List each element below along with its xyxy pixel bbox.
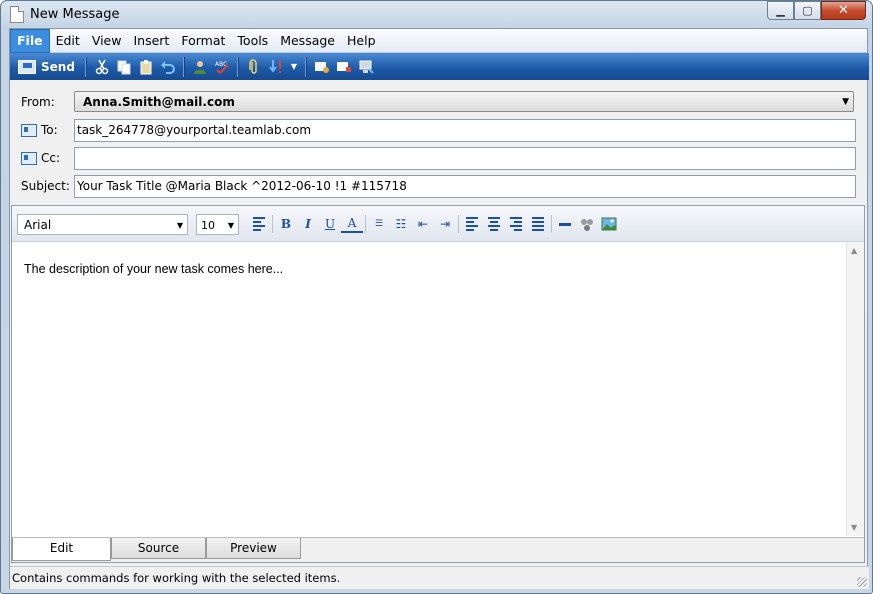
from-row: From: Anna.Smith@mail.com ▼: [10, 91, 867, 115]
priority-dropdown-icon[interactable]: ▼: [287, 56, 301, 78]
send-label: Send: [41, 59, 75, 74]
font-color-icon[interactable]: A: [341, 215, 363, 233]
menu-help[interactable]: Help: [341, 30, 382, 52]
cut-icon[interactable]: [91, 56, 113, 78]
menu-file[interactable]: File: [10, 28, 50, 53]
menu-format[interactable]: Format: [175, 30, 231, 52]
send-icon: [18, 59, 36, 74]
minimize-button[interactable]: ▁: [767, 1, 794, 20]
copy-icon[interactable]: [113, 56, 135, 78]
menu-tools[interactable]: Tools: [231, 30, 274, 52]
close-button[interactable]: ✕: [821, 1, 866, 20]
editor-tabs: Edit Source Preview: [12, 537, 864, 562]
title-bar: New Message ▁ ▢ ✕: [1, 1, 872, 28]
bold-icon[interactable]: B: [275, 214, 297, 234]
cc-label: Cc:: [41, 151, 61, 165]
to-field[interactable]: task_264778@yourportal.teamlab.com: [74, 119, 856, 142]
menu-insert[interactable]: Insert: [127, 30, 175, 52]
menu-view[interactable]: View: [86, 30, 128, 52]
send-button[interactable]: Send: [12, 56, 81, 78]
status-text: Contains commands for working with the s…: [12, 571, 341, 585]
header-fields: From: Anna.Smith@mail.com ▼ To: task_264…: [10, 82, 867, 202]
compose-window: New Message ▁ ▢ ✕ File Edit View Insert …: [0, 0, 873, 594]
format-toolbar: Arial ▼ 10 ▼ B I U A ☰ ☷ ⇤ ⇥: [12, 206, 864, 242]
format-separator: [272, 215, 273, 233]
attach-icon[interactable]: [243, 56, 265, 78]
subject-label: Subject:: [21, 179, 70, 193]
paste-icon[interactable]: [135, 56, 157, 78]
toolbar-separator: [304, 56, 307, 77]
menu-edit[interactable]: Edit: [50, 30, 86, 52]
cc-button[interactable]: Cc:: [21, 151, 60, 165]
align-left-icon[interactable]: [461, 214, 483, 234]
link-icon[interactable]: [576, 214, 598, 234]
main-toolbar: Send ABC ▼: [10, 53, 869, 80]
maximize-button[interactable]: ▢: [794, 1, 821, 20]
encrypt-icon[interactable]: [333, 56, 355, 78]
scroll-down-icon[interactable]: ▼: [851, 523, 857, 532]
align-right-icon[interactable]: [505, 214, 527, 234]
to-row: To: task_264778@yourportal.teamlab.com: [10, 119, 867, 143]
horizontal-line-icon[interactable]: [554, 214, 576, 234]
from-label: From:: [21, 95, 55, 109]
chevron-down-icon: ▼: [227, 221, 234, 230]
contact-card-icon: [21, 123, 37, 137]
format-separator: [365, 215, 366, 233]
toolbar-separator: [236, 56, 239, 77]
editor-frame: Arial ▼ 10 ▼ B I U A ☰ ☷ ⇤ ⇥ The descrip…: [11, 205, 865, 563]
status-bar: Contains commands for working with the s…: [10, 566, 869, 589]
toolbar-separator: [182, 56, 185, 77]
italic-icon[interactable]: I: [297, 214, 319, 234]
priority-icon[interactable]: [265, 56, 287, 78]
window-title: New Message: [30, 7, 120, 22]
align-center-icon[interactable]: [483, 214, 505, 234]
menu-message[interactable]: Message: [274, 30, 341, 52]
format-separator: [458, 215, 459, 233]
font-size-select[interactable]: 10 ▼: [196, 214, 239, 235]
offline-icon[interactable]: [355, 56, 377, 78]
spell-check-icon[interactable]: ABC: [211, 56, 233, 78]
toolbar-separator: [84, 56, 87, 77]
menu-bar: File Edit View Insert Format Tools Messa…: [10, 28, 867, 53]
resize-grip-icon[interactable]: [857, 577, 867, 587]
tab-source[interactable]: Source: [111, 538, 206, 559]
justify-icon[interactable]: [527, 214, 549, 234]
subject-row: Subject: Your Task Title @Maria Black ^2…: [10, 175, 867, 199]
increase-indent-icon[interactable]: ⇥: [434, 214, 456, 234]
message-body-text: The description of your new task comes h…: [24, 262, 284, 276]
bullet-list-icon[interactable]: ☷: [390, 214, 412, 234]
from-select[interactable]: Anna.Smith@mail.com ▼: [74, 91, 854, 112]
format-separator: [551, 215, 552, 233]
font-select[interactable]: Arial ▼: [17, 214, 188, 235]
to-button[interactable]: To:: [21, 123, 58, 137]
cc-field[interactable]: [74, 147, 856, 170]
client-area: File Edit View Insert Format Tools Messa…: [9, 28, 869, 589]
document-icon: [10, 6, 24, 23]
vertical-scrollbar[interactable]: ▲ ▼: [846, 242, 864, 536]
tab-edit[interactable]: Edit: [12, 538, 111, 561]
format-icons: B I U A ☰ ☷ ⇤ ⇥: [248, 214, 620, 234]
font-value: Arial: [24, 218, 52, 232]
undo-icon[interactable]: [157, 56, 179, 78]
scroll-up-icon[interactable]: ▲: [851, 246, 857, 255]
paragraph-style-icon[interactable]: [248, 214, 270, 234]
numbered-list-icon[interactable]: ☰: [368, 214, 390, 234]
cc-row: Cc:: [10, 147, 867, 171]
subject-field[interactable]: Your Task Title @Maria Black ^2012-06-10…: [74, 175, 856, 198]
decrease-indent-icon[interactable]: ⇤: [412, 214, 434, 234]
image-icon[interactable]: [598, 214, 620, 234]
contact-card-icon: [21, 151, 37, 165]
message-body[interactable]: The description of your new task comes h…: [12, 242, 846, 536]
chevron-down-icon: ▼: [842, 97, 849, 107]
address-book-icon[interactable]: [189, 56, 211, 78]
window-controls: ▁ ▢ ✕: [767, 1, 866, 20]
to-label: To:: [41, 123, 58, 137]
from-value: Anna.Smith@mail.com: [83, 95, 235, 109]
font-size-value: 10: [201, 219, 215, 232]
sign-icon[interactable]: [311, 56, 333, 78]
chevron-down-icon: ▼: [176, 221, 183, 230]
underline-icon[interactable]: U: [319, 214, 341, 234]
tab-preview[interactable]: Preview: [206, 538, 301, 559]
